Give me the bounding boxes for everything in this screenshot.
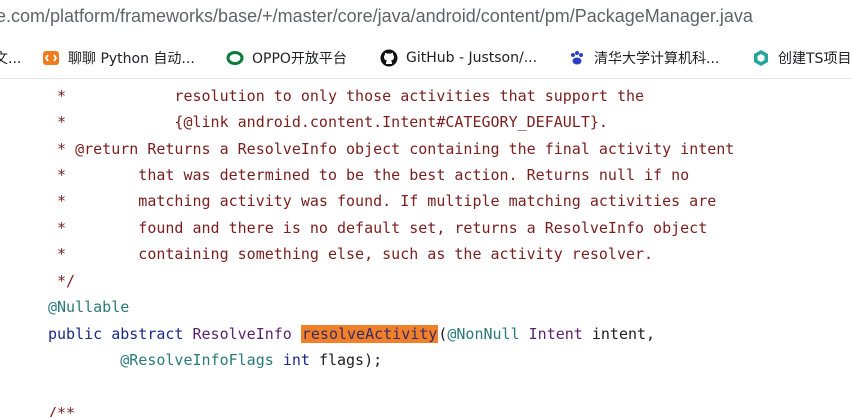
comment-text: containing something else, such as the a… bbox=[66, 245, 654, 263]
github-icon bbox=[380, 49, 398, 67]
bookmark-item-tsinghua[interactable]: 清华大学计算机科... bbox=[568, 38, 719, 78]
comment-text: matching activity was found. If multiple… bbox=[66, 192, 717, 210]
comment-star: * bbox=[48, 87, 67, 105]
code-line-10: public abstract ResolveInfo resolveActiv… bbox=[48, 321, 655, 347]
bookmark-item-python[interactable]: 聊聊 Python 自动... bbox=[42, 38, 195, 78]
code-line-9: @Nullable bbox=[48, 294, 129, 320]
code-line-5: * matching activity was found. If multip… bbox=[48, 188, 716, 214]
keyword-int: int bbox=[282, 351, 310, 369]
oppo-ring-icon bbox=[226, 49, 244, 67]
code-line-2: * {@link android.content.Intent#CATEGORY… bbox=[48, 109, 608, 135]
comment-text: that was determined to be the best actio… bbox=[66, 166, 690, 184]
code-line-7: * containing something else, such as the… bbox=[48, 241, 653, 267]
bookmark-label: 聊聊 Python 自动... bbox=[68, 51, 195, 67]
code-line-4: * that was determined to be the best act… bbox=[48, 162, 689, 188]
comment-start: /** bbox=[48, 404, 76, 417]
comment-text: Returns a ResolveInfo object containing … bbox=[138, 140, 735, 158]
flags-annotation: @ResolveInfoFlags bbox=[120, 351, 274, 369]
bracket-logo-icon bbox=[42, 49, 60, 67]
bookmark-label: OPPO开放平台 bbox=[252, 51, 347, 67]
bookmark-label: GitHub - Justson/... bbox=[406, 50, 538, 66]
code-line-1: * resolution to only those activities th… bbox=[48, 83, 644, 109]
param-type: Intent bbox=[528, 325, 583, 343]
param-name: flags); bbox=[318, 351, 383, 369]
method-name-search-highlight[interactable]: resolveActivity bbox=[300, 325, 439, 343]
paw-icon bbox=[568, 49, 586, 67]
bookmarks-bar: 文... 聊聊 Python 自动... OPPO开放平台 GitHub - J… bbox=[0, 38, 852, 79]
javadoc-return-tag: @return bbox=[75, 140, 139, 158]
comment-end: */ bbox=[48, 272, 76, 290]
hex-logo-icon bbox=[752, 49, 770, 67]
comment-text: resolution to only those activities that… bbox=[66, 87, 645, 105]
code-line-6: * found and there is no default set, ret… bbox=[48, 215, 707, 241]
return-type: ResolveInfo bbox=[192, 325, 292, 343]
bookmark-item-github[interactable]: GitHub - Justson/... bbox=[380, 38, 537, 78]
code-line-3: * @return Returns a ResolveInfo object c… bbox=[48, 136, 734, 162]
code-view: * resolution to only those activities th… bbox=[0, 80, 852, 417]
code-line-13: /** bbox=[48, 400, 75, 417]
address-bar[interactable]: e.com/platform/frameworks/base/+/master/… bbox=[0, 0, 852, 38]
bookmark-label: 创建TS项目 bbox=[778, 51, 852, 67]
url-text[interactable]: e.com/platform/frameworks/base/+/master/… bbox=[0, 6, 753, 27]
bookmark-item-oppo[interactable]: OPPO开放平台 bbox=[226, 38, 347, 78]
comment-text: {@link android.content.Intent#CATEGORY_D… bbox=[66, 113, 608, 131]
comment-star: * bbox=[48, 245, 67, 263]
comment-star: * bbox=[48, 140, 76, 158]
keyword-public: public bbox=[48, 325, 103, 343]
comment-star: * bbox=[48, 192, 67, 210]
comment-star: * bbox=[48, 219, 67, 237]
bookmark-label: 清华大学计算机科... bbox=[594, 51, 720, 67]
bookmark-item-wen[interactable]: 文... bbox=[0, 38, 21, 78]
code-line-11: @ResolveInfoFlags int flags); bbox=[48, 347, 382, 373]
bookmark-label: 文... bbox=[0, 51, 22, 67]
comment-text: found and there is no default set, retur… bbox=[66, 219, 708, 237]
bookmark-item-ts[interactable]: 创建TS项目 bbox=[752, 38, 851, 78]
nonnull-annotation: @NonNull bbox=[447, 325, 520, 343]
param-name: intent, bbox=[591, 325, 656, 343]
code-line-8: */ bbox=[48, 268, 75, 294]
nullable-annotation: @Nullable bbox=[48, 298, 130, 316]
comment-star: * bbox=[48, 166, 67, 184]
keyword-abstract: abstract bbox=[111, 325, 184, 343]
comment-star: * bbox=[48, 113, 67, 131]
